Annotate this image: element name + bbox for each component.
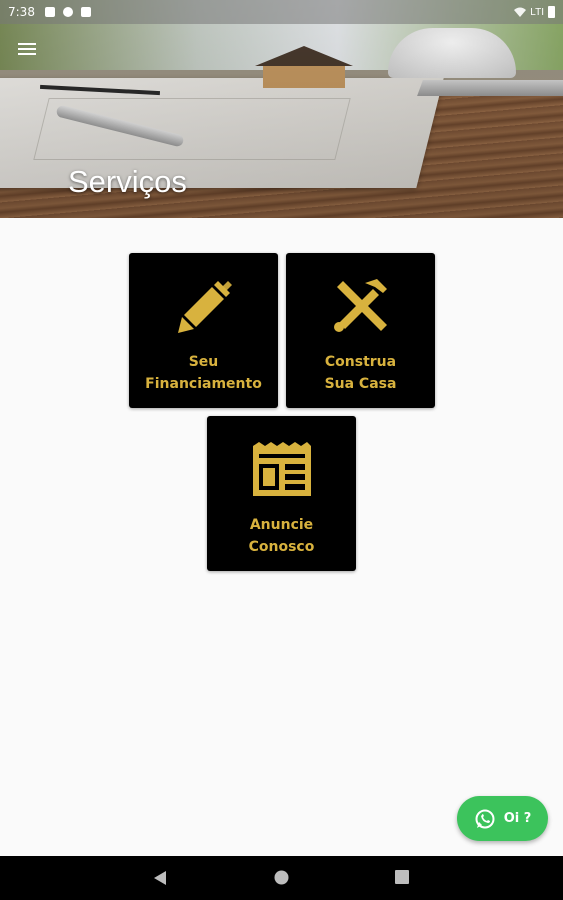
recents-square-icon[interactable]	[395, 870, 409, 884]
network-type: LTI	[530, 6, 544, 18]
pencil-icon	[177, 281, 232, 333]
wifi-icon	[514, 7, 527, 17]
hamburger-menu-icon[interactable]	[14, 40, 40, 58]
notification-icon	[44, 7, 55, 17]
service-card-label: Seu Financiamento	[145, 354, 262, 392]
app-notification-icon	[62, 7, 73, 17]
sd-card-icon	[80, 7, 91, 17]
back-triangle-icon[interactable]	[153, 870, 167, 886]
home-circle-icon[interactable]	[274, 870, 289, 885]
service-card-label: Construa Sua Casa	[324, 354, 397, 392]
status-time: 7:38	[8, 5, 35, 19]
newspaper-icon	[252, 442, 311, 496]
navigation-bar	[0, 856, 563, 900]
page-title: Serviços	[68, 164, 187, 199]
service-card-construa[interactable]: Construa Sua Casa	[286, 253, 435, 408]
whatsapp-label: Oi ?	[503, 811, 532, 826]
status-bar: 7:38 LTI	[0, 0, 563, 24]
battery-icon	[548, 6, 555, 18]
service-card-financiamento[interactable]: Seu Financiamento	[129, 253, 278, 408]
service-card-anuncie[interactable]: Anuncie Conosco	[207, 416, 356, 571]
whatsapp-icon	[475, 809, 495, 828]
whatsapp-chat-button[interactable]: Oi ?	[457, 796, 548, 841]
tools-icon	[333, 279, 387, 332]
service-card-label: Anuncie Conosco	[248, 517, 315, 555]
